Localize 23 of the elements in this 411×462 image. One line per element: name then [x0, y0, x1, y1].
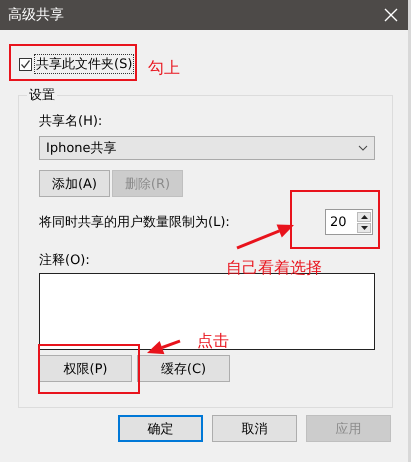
group-title: 设置	[28, 87, 56, 104]
cancel-button[interactable]: 取消	[212, 415, 297, 442]
ok-button[interactable]: 确定	[118, 415, 203, 442]
window-title: 高级共享	[8, 6, 64, 24]
chevron-down-icon	[358, 145, 368, 151]
permissions-button[interactable]: 权限(P)	[39, 355, 132, 382]
close-icon[interactable]	[384, 8, 398, 22]
spin-up-icon[interactable]	[357, 212, 371, 222]
arrow	[147, 340, 181, 354]
annotation-text: 勾上	[148, 58, 180, 79]
comment-label: 注释(O):	[39, 252, 90, 269]
share-name-dropdown[interactable]: Iphone共享	[39, 136, 375, 160]
checkbox[interactable]	[19, 58, 32, 70]
caching-button[interactable]: 缓存(C)	[137, 355, 230, 382]
checkbox-label[interactable]: 共享此文件夹(S)	[34, 54, 134, 74]
annotation-text: 自己看着选择	[226, 258, 322, 279]
annotation-text: 点击	[197, 331, 229, 352]
share-name-label: 共享名(H):	[39, 113, 102, 130]
add-button[interactable]: 添加(A)	[39, 170, 110, 197]
user-limit-spinner[interactable]: 20	[325, 209, 373, 235]
spin-down-icon[interactable]	[357, 222, 371, 232]
user-limit-label: 将同时共享的用户数量限制为(L):	[39, 214, 230, 231]
arrow	[236, 224, 294, 250]
